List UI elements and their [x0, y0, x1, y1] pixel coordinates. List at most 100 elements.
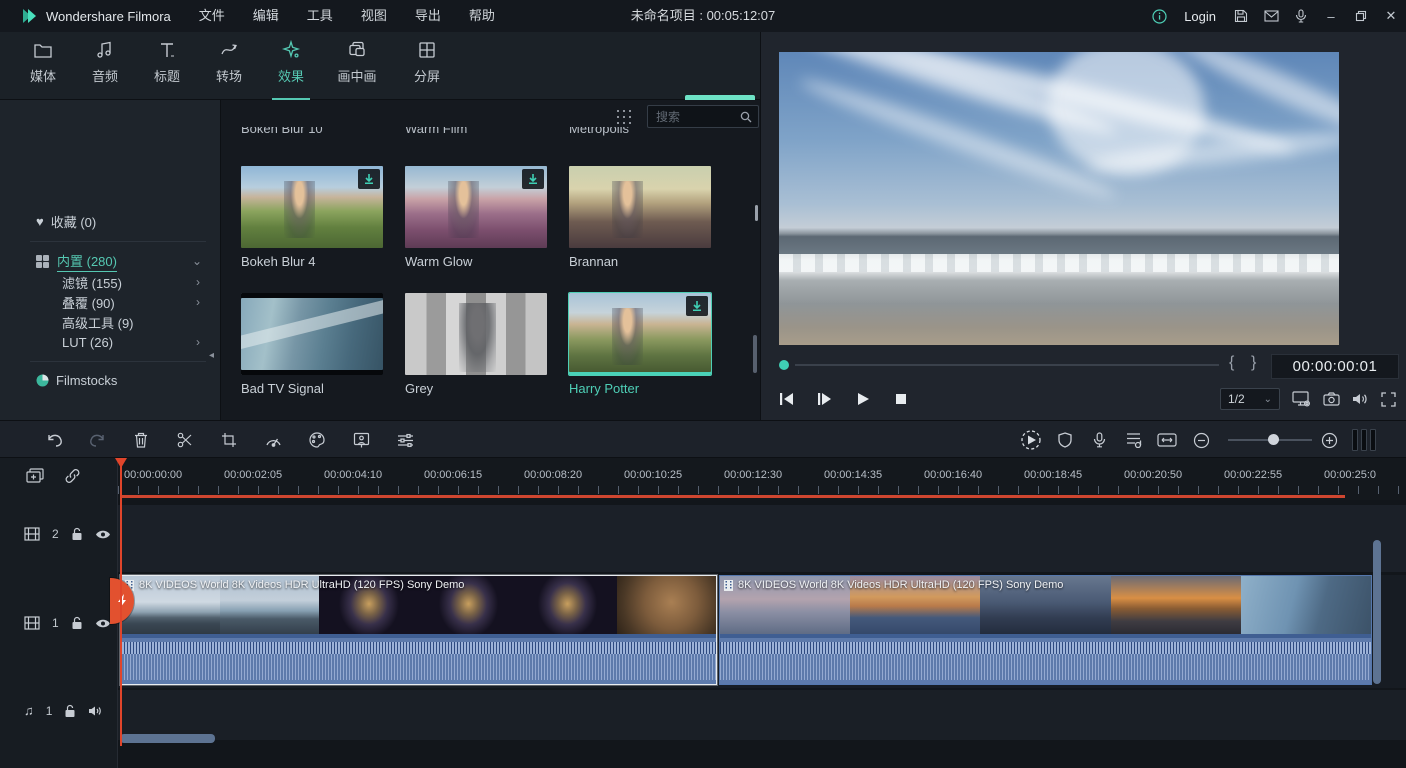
lock-icon[interactable]	[64, 704, 76, 718]
action-cam-shield-icon[interactable]	[1052, 428, 1078, 452]
clip-label: 8K VIDEOS World 8K Videos HDR UltraHD (1…	[125, 579, 464, 591]
timeline-zoom-knob[interactable]	[1268, 434, 1279, 445]
track-height-icon[interactable]	[1352, 429, 1376, 451]
save-icon[interactable]	[1226, 0, 1256, 32]
preview-quality-dropdown[interactable]: 1/2 ⌄	[1220, 388, 1280, 410]
snapshot-camera-icon[interactable]	[1323, 392, 1340, 406]
menu-edit[interactable]: 编辑	[239, 0, 293, 32]
adjust-sliders-icon[interactable]	[392, 428, 418, 452]
login-button[interactable]: Login	[1174, 9, 1226, 24]
sidebar-item-overlays[interactable]: 叠覆 (90) ›	[0, 292, 220, 312]
play-button[interactable]	[851, 388, 875, 410]
lock-icon[interactable]	[71, 527, 83, 541]
eye-icon[interactable]	[95, 529, 111, 540]
delete-icon[interactable]	[128, 428, 154, 452]
effect-card-bokeh-blur-4[interactable]: Bokeh Blur 4	[241, 166, 383, 269]
menu-export[interactable]: 导出	[401, 0, 455, 32]
display-settings-icon[interactable]	[1292, 391, 1311, 407]
volume-icon[interactable]	[1352, 392, 1369, 406]
info-icon[interactable]	[1144, 0, 1174, 32]
previous-frame-button[interactable]	[775, 388, 799, 410]
grid-view-icon[interactable]	[617, 110, 631, 124]
render-preview-icon[interactable]	[1018, 428, 1044, 452]
zoom-out-icon[interactable]	[1188, 428, 1214, 452]
app-name: Wondershare Filmora	[46, 9, 171, 24]
timeline-vertical-scrollbar[interactable]	[1373, 540, 1381, 684]
sidebar-item-favorites[interactable]: ♥ 收藏 (0)	[0, 211, 220, 231]
motion-tracking-icon[interactable]	[348, 428, 374, 452]
restore-button[interactable]	[1346, 0, 1376, 32]
effects-scrollbar[interactable]	[753, 335, 757, 373]
redo-icon[interactable]	[84, 428, 110, 452]
search-box[interactable]	[647, 105, 759, 128]
download-icon	[358, 169, 380, 189]
scrubber-track[interactable]	[795, 364, 1219, 366]
tab-transitions[interactable]: 转场	[200, 40, 258, 98]
speaker-icon[interactable]	[88, 705, 103, 717]
tab-media[interactable]: 媒体	[14, 40, 72, 98]
video-track-icon	[24, 616, 40, 630]
panel-collapse-arrow-icon[interactable]: ◂	[209, 350, 214, 361]
fullscreen-icon[interactable]	[1381, 392, 1396, 407]
menu-help[interactable]: 帮助	[455, 0, 509, 32]
clip-label: 8K VIDEOS World 8K Videos HDR UltraHD (1…	[724, 579, 1063, 591]
eye-icon[interactable]	[95, 618, 111, 629]
search-input[interactable]	[648, 110, 740, 124]
sidebar-item-filmstocks[interactable]: Filmstocks	[0, 370, 220, 390]
effect-card-harry-potter[interactable]: Harry Potter	[569, 293, 711, 396]
audio-track-1-header: ♫ 1	[0, 703, 118, 718]
scrubber-handle[interactable]	[779, 360, 789, 370]
zoom-to-fit-icon[interactable]	[1154, 428, 1180, 452]
undo-icon[interactable]	[42, 428, 68, 452]
mark-in-brace[interactable]: {	[1229, 354, 1234, 372]
color-palette-icon[interactable]	[304, 428, 330, 452]
effect-card-bad-tv-signal[interactable]: Bad TV Signal	[241, 293, 383, 396]
sidebar-item-lut[interactable]: LUT (26) ›	[0, 332, 220, 352]
zoom-in-icon[interactable]	[1316, 428, 1342, 452]
panel-splitter-handle[interactable]	[755, 205, 758, 221]
effects-grid-panel: Bokeh Blur 10 Warm Film Metropolis Bokeh…	[220, 100, 760, 420]
menu-view[interactable]: 视图	[347, 0, 401, 32]
current-timecode: 00:00:00:01	[1271, 354, 1399, 379]
sidebar-item-advanced-tools[interactable]: 高级工具 (9)	[0, 312, 220, 332]
minimize-button[interactable]: –	[1316, 0, 1346, 32]
close-button[interactable]: ✕	[1376, 0, 1406, 32]
add-track-icon[interactable]	[26, 468, 44, 484]
timeline-ruler[interactable]: 00:00:00:00 00:00:02:05 00:00:04:10 00:0…	[118, 458, 1406, 500]
next-frame-button[interactable]	[813, 388, 837, 410]
menu-tools[interactable]: 工具	[293, 0, 347, 32]
speed-icon[interactable]	[260, 428, 286, 452]
audio-track-1-row[interactable]	[0, 690, 1406, 740]
chevron-down-icon: ⌄	[192, 254, 202, 268]
menu-file[interactable]: 文件	[185, 0, 239, 32]
audio-mixer-icon[interactable]	[1120, 428, 1146, 452]
effect-thumbnail	[241, 166, 383, 248]
crop-icon[interactable]	[216, 428, 242, 452]
playhead-handle[interactable]	[115, 458, 127, 468]
search-icon[interactable]	[740, 111, 758, 123]
timeline-clip-2[interactable]: 8K VIDEOS World 8K Videos HDR UltraHD (1…	[719, 575, 1372, 685]
tab-splitscreen[interactable]: 分屏	[398, 40, 456, 98]
tab-effects[interactable]: 效果	[262, 40, 320, 98]
link-icon[interactable]	[64, 468, 81, 484]
sidebar-item-filters[interactable]: 滤镜 (155) ›	[0, 272, 220, 292]
video-track-2-row[interactable]	[0, 505, 1406, 572]
effect-card-warm-glow[interactable]: Warm Glow	[405, 166, 547, 269]
split-scissors-icon[interactable]	[172, 428, 198, 452]
tab-audio[interactable]: 音频	[76, 40, 134, 98]
video-track-1-header: 1	[0, 616, 118, 630]
mail-icon[interactable]	[1256, 0, 1286, 32]
effect-card-grey[interactable]: Grey	[405, 293, 547, 396]
mark-out-brace[interactable]: }	[1251, 354, 1256, 372]
sidebar-item-builtin[interactable]: 内置 (280) ⌄	[0, 251, 220, 271]
tab-pip[interactable]: 画中画	[328, 40, 386, 98]
microphone-icon[interactable]	[1286, 0, 1316, 32]
lock-icon[interactable]	[71, 616, 83, 630]
playhead-line[interactable]	[120, 458, 122, 746]
tab-titles[interactable]: 标题	[138, 40, 196, 98]
timeline-horizontal-scrollbar[interactable]	[120, 734, 215, 743]
timeline-clip-1[interactable]: 8K VIDEOS World 8K Videos HDR UltraHD (1…	[120, 575, 717, 685]
effect-card-brannan[interactable]: Brannan	[569, 166, 711, 269]
stop-button[interactable]	[889, 388, 913, 410]
record-voiceover-icon[interactable]	[1086, 428, 1112, 452]
